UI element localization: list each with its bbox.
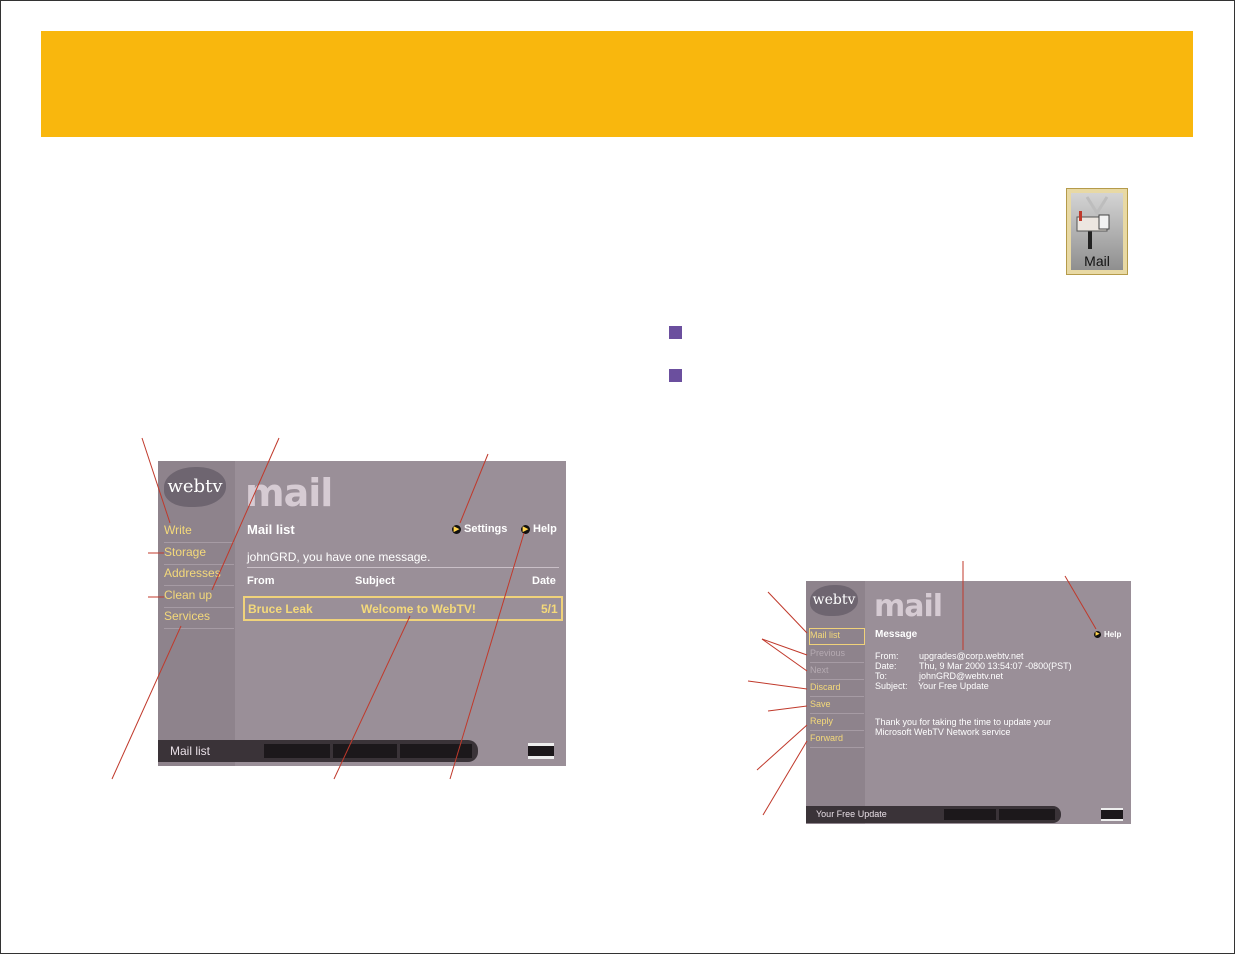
callout-line bbox=[449, 532, 525, 780]
callout-line bbox=[761, 638, 808, 672]
callout-line bbox=[141, 437, 171, 524]
callout-line bbox=[767, 591, 808, 634]
callout-line bbox=[1064, 575, 1097, 630]
callout-line bbox=[756, 724, 808, 771]
callout-line bbox=[459, 453, 489, 524]
callout-line bbox=[211, 437, 280, 591]
callout-line bbox=[762, 740, 808, 816]
callout-line bbox=[747, 680, 808, 690]
callout-line bbox=[761, 638, 808, 656]
callout-line bbox=[111, 625, 182, 780]
callout-line bbox=[333, 615, 411, 780]
callout-line bbox=[767, 705, 808, 712]
callout-lines bbox=[111, 437, 1097, 816]
